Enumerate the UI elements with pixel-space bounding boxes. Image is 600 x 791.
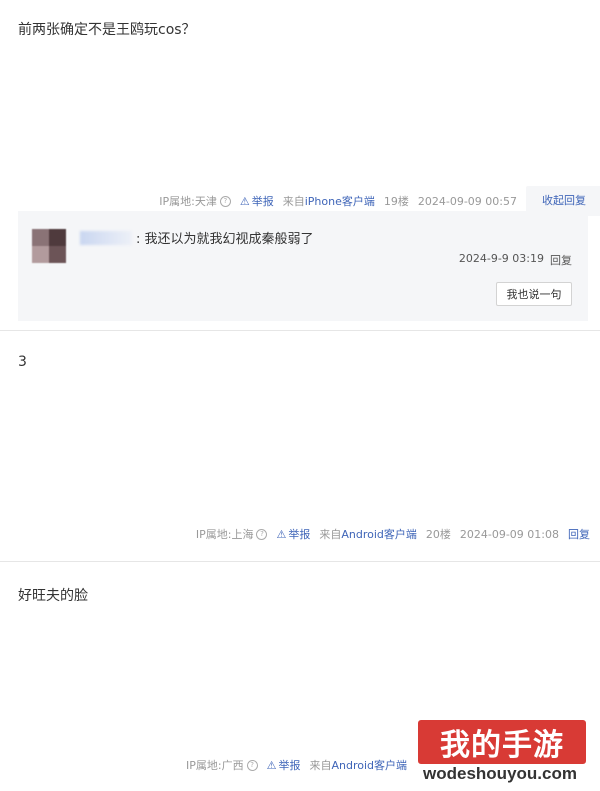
reply-button[interactable]: 回复: [568, 526, 590, 542]
report-label: 举报: [251, 195, 274, 208]
post-floor-19: 前两张确定不是王鸥玩cos？ IP属地:天津 ? ⚠ 举报 来自iPhone客户…: [0, 0, 600, 331]
reply-time: 2024-9-9 03:19: [458, 252, 544, 265]
client-link[interactable]: iPhone客户端: [305, 195, 375, 208]
question-circle-icon[interactable]: ?: [246, 759, 258, 771]
report-link[interactable]: ⚠ 举报: [276, 526, 310, 542]
ip-location-label: IP属地:广西: [186, 759, 244, 772]
question-circle-icon[interactable]: ?: [256, 528, 268, 540]
client-prefix: 来自: [309, 759, 332, 772]
watermark: 我的手游 wodeshouyou.com: [412, 720, 592, 786]
question-circle-icon[interactable]: ?: [219, 195, 231, 207]
report-label: 举报: [278, 759, 301, 772]
ip-location: IP属地:天津 ?: [159, 193, 231, 209]
warning-triangle-icon: ⚠: [276, 527, 287, 541]
post-content: 前两张确定不是王鸥玩cos？: [18, 22, 196, 38]
reply-meta: 2024-9-9 03:19 回复: [459, 252, 572, 268]
reply-box: : 我还以为就我幻视成秦般弱了 2024-9-9 03:19 回复 我也说一句: [18, 211, 588, 321]
post-floor-20: 3 IP属地:上海 ? ⚠ 举报 来自Android客户端 20楼 2024-0…: [0, 331, 600, 562]
post-content: 3: [18, 354, 27, 370]
client-source: 来自Android客户端: [319, 526, 417, 542]
post-meta: IP属地:上海 ? ⚠ 举报 来自Android客户端 20楼 2024-09-…: [196, 526, 590, 542]
watermark-brand: 我的手游: [418, 720, 586, 764]
client-source: 来自Android客户端: [309, 757, 407, 773]
post-meta: IP属地:广西 ? ⚠ 举报 来自Android客户端: [186, 757, 407, 773]
ip-location: IP属地:上海 ?: [196, 526, 268, 542]
client-prefix: 来自: [319, 528, 342, 541]
post-content: 好旺夫的脸: [18, 588, 88, 604]
client-source: 来自iPhone客户端: [283, 193, 375, 209]
report-link[interactable]: ⚠ 举报: [267, 757, 301, 773]
avatar[interactable]: [32, 229, 66, 263]
floor-number: 19楼: [383, 195, 409, 208]
warning-triangle-icon: ⚠: [266, 758, 277, 772]
reply-text: : 我还以为就我幻视成秦般弱了: [136, 232, 314, 247]
reply-button[interactable]: 回复: [550, 252, 572, 268]
client-prefix: 来自: [282, 195, 305, 208]
ip-location-label: IP属地:上海: [195, 528, 254, 541]
post-time: 2024-09-09 01:08: [459, 527, 559, 541]
client-link[interactable]: Android客户端: [341, 528, 417, 541]
client-link[interactable]: Android客户端: [331, 759, 407, 772]
warning-triangle-icon: ⚠: [239, 194, 250, 208]
floor-number: 20楼: [425, 528, 451, 541]
ip-location: IP属地:广西 ?: [186, 757, 258, 773]
say-something-button[interactable]: 我也说一句: [496, 282, 572, 306]
post-time: 2024-09-09 00:57: [417, 194, 517, 208]
reply-username-blurred[interactable]: [80, 231, 132, 245]
report-link[interactable]: ⚠ 举报: [240, 193, 274, 209]
watermark-url: wodeshouyou.com: [414, 764, 586, 784]
report-label: 举报: [288, 528, 311, 541]
ip-location-label: IP属地:天津: [159, 195, 217, 208]
